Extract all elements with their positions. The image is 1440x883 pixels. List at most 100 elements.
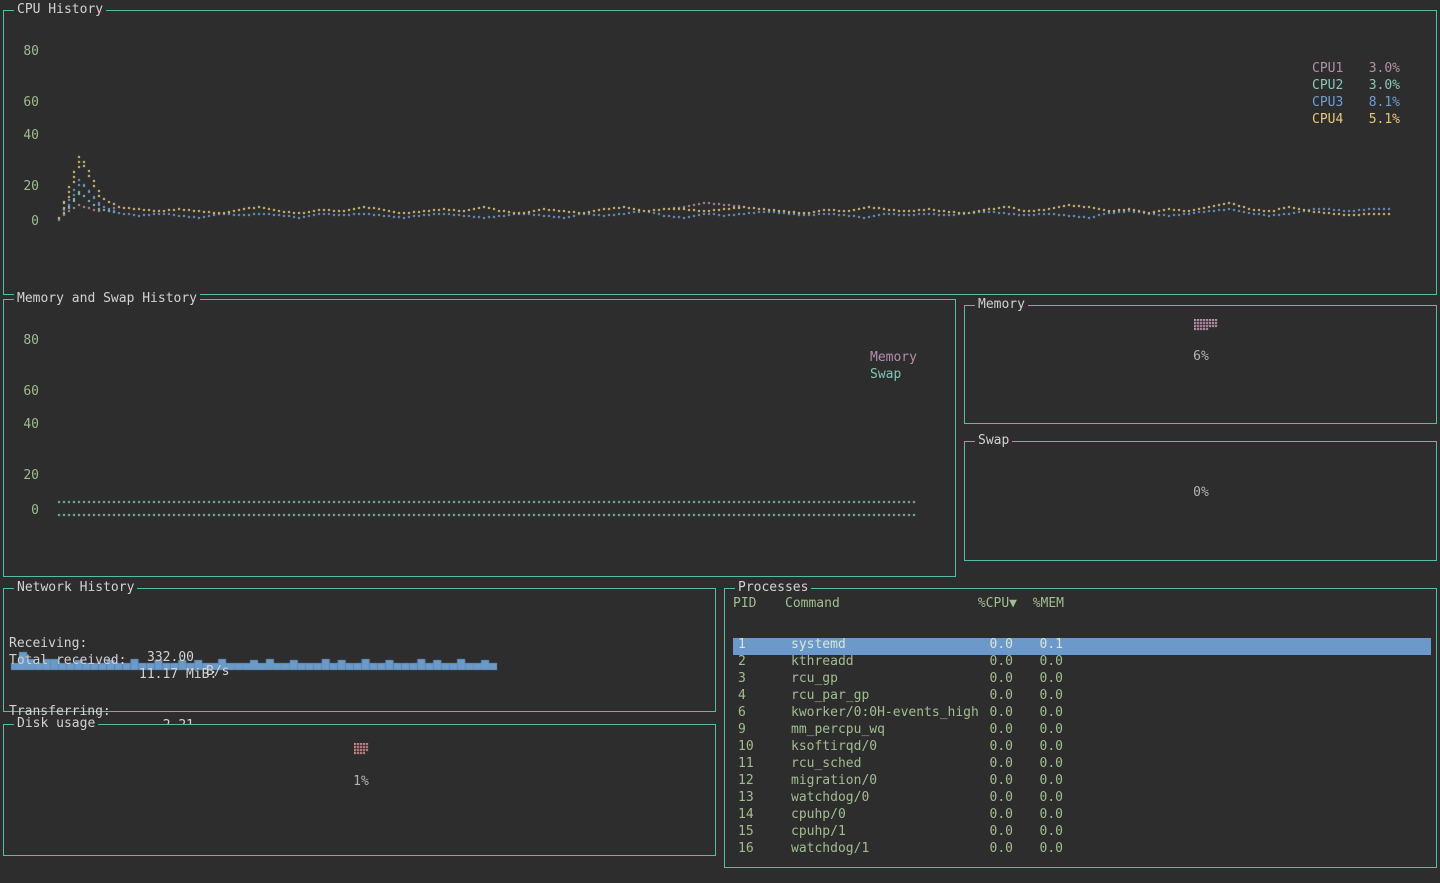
process-command: cpuhp/0 — [791, 808, 846, 822]
memory-swap-legend: Memory Swap — [870, 351, 950, 385]
swap-usage-percent: 0% — [1181, 486, 1221, 500]
process-mem: 0.0 — [1005, 825, 1063, 839]
process-mem: 0.0 — [1005, 723, 1063, 737]
cpu2-label: CPU2 — [1312, 79, 1343, 93]
process-pid: 12 — [738, 774, 754, 788]
mem-ytick-60: 60 — [19, 385, 39, 399]
process-command: watchdog/0 — [791, 791, 869, 805]
legend-item-memory: Memory — [870, 351, 950, 368]
swap-legend-label: Swap — [870, 368, 901, 382]
process-row[interactable]: 13 watchdog/0 0.0 0.0 — [733, 791, 1431, 808]
process-mem: 0.0 — [1005, 808, 1063, 822]
processes-panel: Processes PID Command %CPU▼ %MEM 1 syste… — [724, 588, 1437, 868]
process-pid: 10 — [738, 740, 754, 754]
memory-legend-label: Memory — [870, 351, 917, 365]
mem-ytick-20: 20 — [19, 469, 39, 483]
process-row[interactable]: 12 migration/0 0.0 0.0 — [733, 774, 1431, 791]
memory-swap-history-panel: Memory and Swap History 80 60 40 20 0 Me… — [3, 299, 956, 577]
process-command: mm_percpu_wq — [791, 723, 885, 737]
cpu3-label: CPU3 — [1312, 96, 1343, 110]
process-command: rcu_gp — [791, 672, 838, 686]
network-total-line: Total received: 11.17 MiB: — [9, 640, 710, 696]
cpu3-value: 8.1% — [1369, 96, 1400, 110]
process-mem: 0.0 — [1005, 740, 1063, 754]
process-mem: 0.0 — [1005, 842, 1063, 856]
swap-gauge-panel: Swap 0% — [964, 441, 1437, 561]
cpu-legend-item-cpu1: CPU1 3.0% — [1312, 62, 1400, 79]
mem-ytick-80: 80 — [19, 334, 39, 348]
cpu-legend-item-cpu4: CPU4 5.1% — [1312, 113, 1400, 130]
legend-item-swap: Swap — [870, 368, 950, 385]
process-row[interactable]: 14 cpuhp/0 0.0 0.0 — [733, 808, 1431, 825]
network-history-panel: Network History Receiving: 332.00 B/s To… — [3, 588, 716, 712]
process-mem: 0.0 — [1005, 689, 1063, 703]
process-mem: 0.0 — [1005, 774, 1063, 788]
process-row[interactable]: 2 kthreadd 0.0 0.0 — [733, 655, 1431, 672]
process-row[interactable]: 16 watchdog/1 0.0 0.0 — [733, 842, 1431, 859]
process-row[interactable]: 3 rcu_gp 0.0 0.0 — [733, 672, 1431, 689]
cpu1-value: 3.0% — [1369, 62, 1400, 76]
process-row[interactable]: 9 mm_percpu_wq 0.0 0.0 — [733, 723, 1431, 740]
mem-ytick-40: 40 — [19, 418, 39, 432]
memory-gauge-panel: Memory 6% — [964, 305, 1437, 424]
process-pid: 1 — [738, 638, 746, 652]
process-mem: 0.0 — [1005, 706, 1063, 720]
process-mem: 0.1 — [1005, 638, 1063, 652]
column-header-pid[interactable]: PID — [733, 597, 756, 611]
process-command: migration/0 — [791, 774, 877, 788]
cpu2-value: 3.0% — [1369, 79, 1400, 93]
processes-header-row: PID Command %CPU▼ %MEM — [725, 597, 1436, 614]
cpu-legend-item-cpu2: CPU2 3.0% — [1312, 79, 1400, 96]
process-command: kworker/0:0H-events_high — [791, 706, 979, 720]
swap-gauge-title: Swap — [975, 434, 1012, 448]
process-row[interactable]: 15 cpuhp/1 0.0 0.0 — [733, 825, 1431, 842]
process-pid: 4 — [738, 689, 746, 703]
disk-usage-dots-icon — [354, 743, 369, 755]
total-received-label: Total received: — [9, 654, 126, 668]
cpu-legend: CPU1 3.0% CPU2 3.0% CPU3 8.1% CPU4 5.1% — [1312, 62, 1400, 130]
cpu-ytick-60: 60 — [19, 96, 39, 110]
process-row[interactable]: 11 rcu_sched 0.0 0.0 — [733, 757, 1431, 774]
process-pid: 3 — [738, 672, 746, 686]
memory-swap-history-graph — [4, 300, 955, 576]
processes-title: Processes — [735, 581, 811, 595]
cpu-legend-item-cpu3: CPU3 8.1% — [1312, 96, 1400, 113]
process-pid: 16 — [738, 842, 754, 856]
process-command: rcu_par_gp — [791, 689, 869, 703]
process-command: systemd — [791, 638, 846, 652]
mem-ytick-0: 0 — [19, 504, 39, 518]
total-received-value: 11.17 MiB: — [139, 668, 217, 682]
cpu1-label: CPU1 — [1312, 62, 1343, 76]
process-mem: 0.0 — [1005, 791, 1063, 805]
column-header-mem[interactable]: %MEM — [1006, 597, 1064, 611]
process-command: cpuhp/1 — [791, 825, 846, 839]
cpu-history-graph — [4, 11, 1436, 294]
disk-usage-title: Disk usage — [14, 717, 98, 731]
disk-usage-percent: 1% — [341, 775, 381, 789]
process-pid: 15 — [738, 825, 754, 839]
process-pid: 11 — [738, 757, 754, 771]
cpu-header-text: %CPU — [978, 596, 1009, 611]
process-row[interactable]: 4 rcu_par_gp 0.0 0.0 — [733, 689, 1431, 706]
cpu-ytick-20: 20 — [19, 180, 39, 194]
column-header-command[interactable]: Command — [785, 597, 840, 611]
process-row-selected[interactable]: 1 systemd 0.0 0.1 — [733, 638, 1431, 655]
memory-usage-dots-icon — [1194, 319, 1218, 331]
process-command: ksoftirqd/0 — [791, 740, 877, 754]
process-pid: 6 — [738, 706, 746, 720]
memory-gauge-title: Memory — [975, 298, 1028, 312]
process-pid: 14 — [738, 808, 754, 822]
cpu-ytick-0: 0 — [19, 215, 39, 229]
process-list: 1 systemd 0.0 0.1 2 kthreadd 0.0 0.0 3 r… — [733, 638, 1431, 859]
cpu4-label: CPU4 — [1312, 113, 1343, 127]
process-mem: 0.0 — [1005, 655, 1063, 669]
process-command: watchdog/1 — [791, 842, 869, 856]
cpu-history-panel: CPU History 80 60 40 20 0 CPU1 3.0% CPU2… — [3, 10, 1437, 295]
process-command: kthreadd — [791, 655, 854, 669]
process-command: rcu_sched — [791, 757, 861, 771]
process-pid: 2 — [738, 655, 746, 669]
process-row[interactable]: 10 ksoftirqd/0 0.0 0.0 — [733, 740, 1431, 757]
process-pid: 13 — [738, 791, 754, 805]
process-row[interactable]: 6 kworker/0:0H-events_high 0.0 0.0 — [733, 706, 1431, 723]
cpu-ytick-80: 80 — [19, 45, 39, 59]
